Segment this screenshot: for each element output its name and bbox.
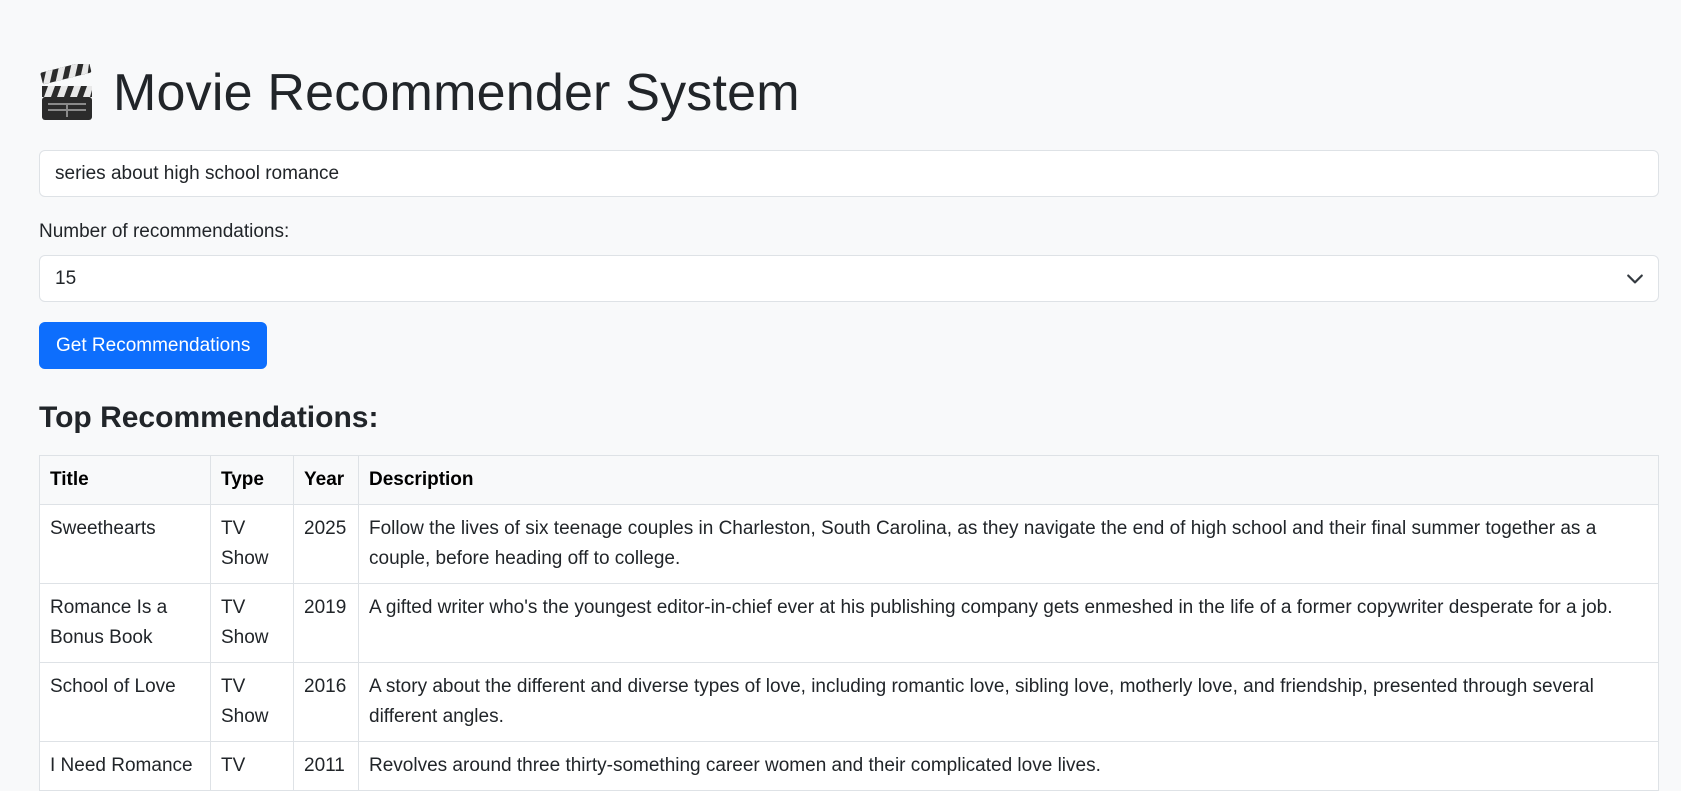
cell-description: Revolves around three thirty-something c… <box>358 741 1659 791</box>
column-header-type: Type <box>210 455 294 505</box>
column-header-year: Year <box>293 455 359 505</box>
main-container: Movie Recommender System Number of recom… <box>39 0 1659 791</box>
cell-type: TV Show <box>210 662 294 742</box>
chevron-down-icon <box>1627 274 1643 284</box>
get-recommendations-button[interactable]: Get Recommendations <box>39 322 268 369</box>
cell-type: TV <box>210 741 294 791</box>
cell-year: 2011 <box>293 741 359 791</box>
cell-year: 2025 <box>293 504 359 584</box>
clapperboard-icon <box>40 64 92 120</box>
recommendations-table: Title Type Year Description Sweethearts … <box>39 455 1659 791</box>
column-header-title: Title <box>39 455 211 505</box>
recommendation-count-select[interactable]: 15 <box>39 255 1659 302</box>
cell-description: A story about the different and diverse … <box>358 662 1659 742</box>
table-row: School of Love TV Show 2016 A story abou… <box>39 662 1659 742</box>
cell-description: A gifted writer who's the youngest edito… <box>358 583 1659 663</box>
cell-title: Romance Is a Bonus Book <box>39 583 211 663</box>
cell-title: Sweethearts <box>39 504 211 584</box>
table-row: Sweethearts TV Show 2025 Follow the live… <box>39 504 1659 584</box>
table-row: I Need Romance TV 2011 Revolves around t… <box>39 741 1659 791</box>
recommendation-count-value: 15 <box>55 267 77 289</box>
cell-type: TV Show <box>210 583 294 663</box>
cell-type: TV Show <box>210 504 294 584</box>
cell-title: School of Love <box>39 662 211 742</box>
table-header-row: Title Type Year Description <box>39 455 1659 505</box>
search-input[interactable] <box>39 150 1659 197</box>
page-header: Movie Recommender System <box>39 62 1659 124</box>
table-row: Romance Is a Bonus Book TV Show 2019 A g… <box>39 583 1659 663</box>
page-title: Movie Recommender System <box>113 64 800 122</box>
cell-year: 2019 <box>293 583 359 663</box>
cell-year: 2016 <box>293 662 359 742</box>
column-header-description: Description <box>358 455 1659 505</box>
recommendation-count-label: Number of recommendations: <box>39 221 290 242</box>
cell-description: Follow the lives of six teenage couples … <box>358 504 1659 584</box>
results-heading: Top Recommendations: <box>39 401 379 434</box>
cell-title: I Need Romance <box>39 741 211 791</box>
